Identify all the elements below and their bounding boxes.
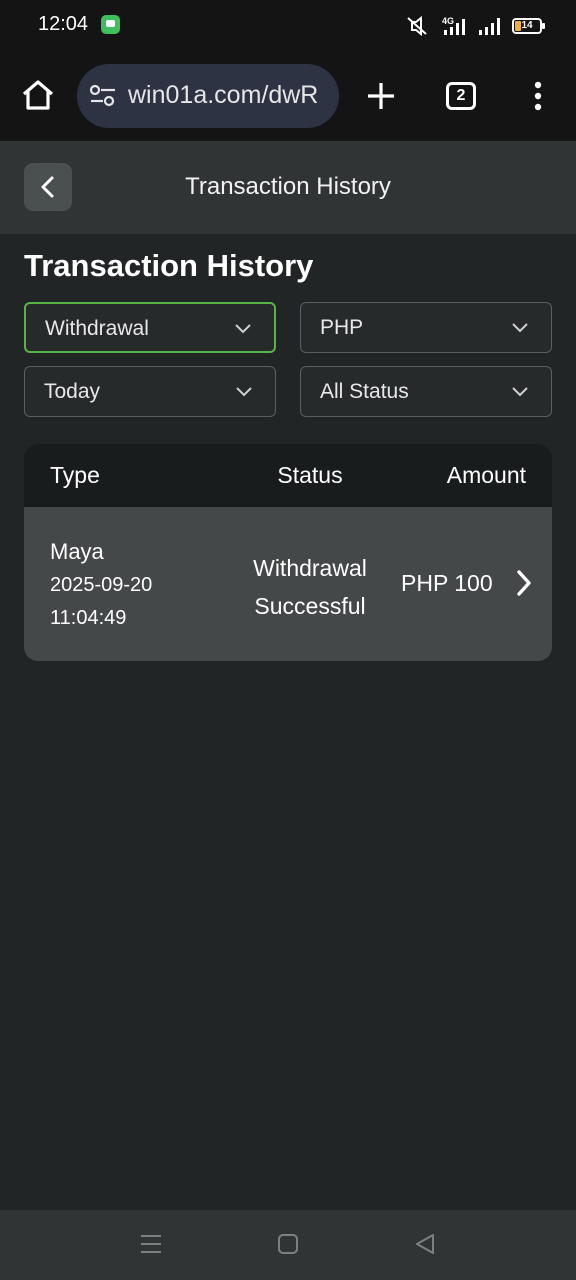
battery-icon: 14 bbox=[512, 18, 545, 34]
recents-icon[interactable] bbox=[140, 1232, 162, 1256]
row-status-line2: Successful bbox=[254, 593, 366, 619]
more-menu-icon[interactable] bbox=[528, 80, 548, 112]
url-bar[interactable]: win01a.com/dwR bbox=[77, 64, 339, 128]
page-title: Transaction History bbox=[185, 173, 391, 200]
mute-icon bbox=[407, 15, 427, 37]
browser-toolbar: win01a.com/dwR 2 bbox=[0, 52, 576, 141]
site-settings-icon[interactable] bbox=[89, 84, 117, 108]
row-date: 2025-09-20 bbox=[50, 574, 153, 596]
network-label: 4G bbox=[442, 16, 454, 26]
section-title: Transaction History bbox=[24, 248, 314, 283]
signal-4g-icon: 4G bbox=[442, 16, 465, 35]
date-select[interactable]: Today bbox=[24, 366, 276, 417]
status-bar: 12:04 4G 14 bbox=[0, 0, 576, 52]
column-header-status: Status bbox=[277, 462, 343, 488]
status-time: 12:04 bbox=[38, 13, 89, 35]
page-header: Transaction History bbox=[0, 141, 576, 234]
tab-switcher-button[interactable]: 2 bbox=[446, 82, 476, 110]
type-select[interactable]: Withdrawal bbox=[24, 302, 276, 353]
chevron-down-icon bbox=[512, 387, 528, 397]
back-nav-icon[interactable] bbox=[414, 1232, 436, 1256]
battery-level: 14 bbox=[521, 20, 533, 31]
date-select-value: Today bbox=[44, 380, 101, 403]
system-nav-bar bbox=[0, 1210, 576, 1280]
plus-icon[interactable] bbox=[365, 80, 397, 112]
message-icon bbox=[101, 15, 120, 34]
column-header-amount: Amount bbox=[446, 462, 526, 488]
chevron-down-icon bbox=[236, 387, 252, 397]
table-header: Type Status Amount bbox=[24, 444, 552, 507]
row-amount: PHP 100 bbox=[401, 570, 493, 596]
row-status: Withdrawal Successful bbox=[230, 549, 390, 625]
row-status-line1: Withdrawal bbox=[253, 555, 367, 581]
chevron-right-icon[interactable] bbox=[514, 569, 534, 597]
home-icon[interactable] bbox=[20, 77, 56, 113]
chevron-down-icon bbox=[235, 324, 251, 334]
status-select-value: All Status bbox=[320, 380, 409, 403]
row-time: 11:04:49 bbox=[50, 607, 127, 629]
status-select[interactable]: All Status bbox=[300, 366, 552, 417]
url-text[interactable]: win01a.com/dwR bbox=[128, 81, 333, 110]
status-icons: 4G 14 bbox=[404, 12, 545, 40]
type-select-value: Withdrawal bbox=[45, 317, 149, 340]
signal-icon bbox=[479, 18, 500, 35]
home-nav-icon[interactable] bbox=[277, 1232, 299, 1256]
column-header-type: Type bbox=[50, 462, 100, 488]
currency-select[interactable]: PHP bbox=[300, 302, 552, 353]
row-method: Maya bbox=[50, 539, 104, 564]
chevron-down-icon bbox=[512, 323, 528, 333]
currency-select-value: PHP bbox=[320, 316, 364, 339]
table-row[interactable]: Maya 2025-09-20 11:04:49 Withdrawal Succ… bbox=[24, 507, 552, 661]
